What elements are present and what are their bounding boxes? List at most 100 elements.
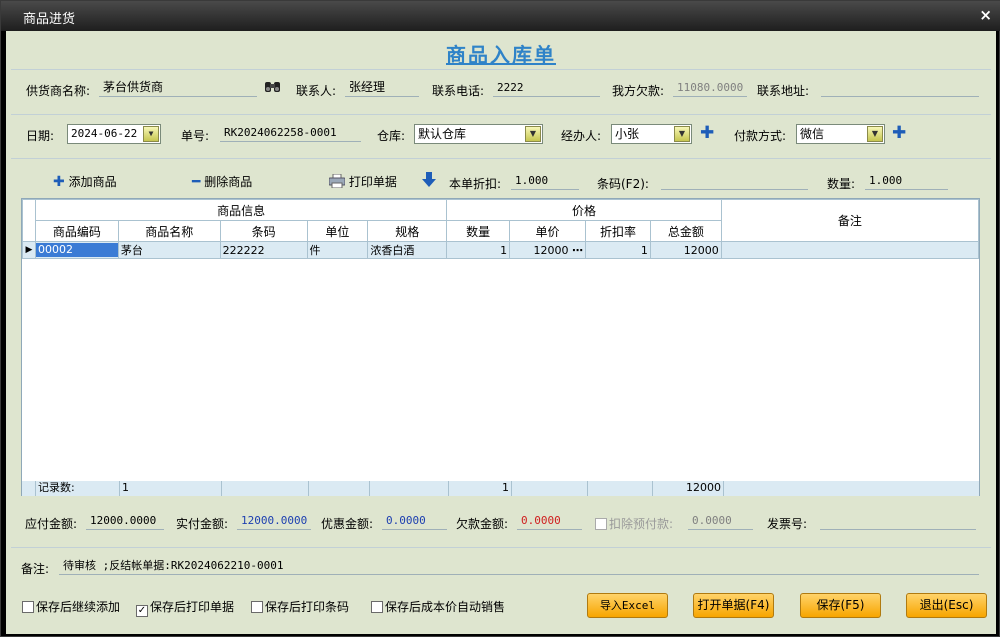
remark-header: 备注: [720, 199, 980, 242]
table-row[interactable]: ▶ 00002 茅台 222222 件 浓香白酒 1 12000 ⋯ 1 120…: [22, 241, 980, 259]
divider: [11, 114, 991, 115]
column-header[interactable]: 折扣率: [585, 220, 651, 242]
date-picker[interactable]: 2024-06-22 ▼: [67, 124, 161, 144]
checkbox-box: [371, 601, 383, 613]
import-excel-button[interactable]: 导入Excel: [587, 593, 668, 618]
cell-spec[interactable]: 浓香白酒: [367, 241, 448, 259]
footer-cell: [588, 481, 653, 496]
checkbox-box: [595, 518, 607, 530]
option-auto-sale[interactable]: 保存后成本价自动销售: [371, 598, 505, 615]
option-label: 保存后打印单据: [150, 600, 235, 614]
divider: [11, 547, 991, 548]
column-header[interactable]: 数量: [446, 220, 511, 242]
payable-field: 12000.0000: [86, 512, 164, 530]
option-print-after-save[interactable]: ✓ 保存后打印单据: [136, 598, 234, 617]
footer-cell: [512, 481, 588, 496]
column-header[interactable]: 条码: [219, 220, 308, 242]
close-icon[interactable]: ×: [979, 6, 992, 24]
phone-field[interactable]: 2222: [493, 79, 600, 97]
open-document-button[interactable]: 打开单据(F4): [693, 593, 774, 618]
cell-qty[interactable]: 1: [446, 241, 511, 259]
contact-field[interactable]: 张经理: [345, 79, 419, 97]
handler-label: 经办人:: [561, 129, 602, 143]
column-header[interactable]: 商品编码: [34, 220, 119, 242]
owe-field: 0.0000: [517, 512, 582, 530]
window-title: 商品进货: [23, 12, 76, 27]
checkbox-box: [251, 601, 263, 613]
cell-price-value: 12000: [533, 243, 569, 257]
option-print-barcode[interactable]: 保存后打印条码: [251, 598, 349, 615]
form-body: 商品入库单 供货商名称: 茅台供货商 联系人: 张经理 联系电话: 2222 我…: [6, 31, 996, 634]
delete-goods-button[interactable]: ━ 删除商品: [192, 173, 252, 190]
remark-field[interactable]: 待审核 ;反结帐单据:RK2024062210-0001: [59, 557, 979, 575]
paid-field[interactable]: 12000.0000: [237, 512, 311, 530]
option-label: 保存后继续添加: [36, 600, 121, 614]
option-label: 保存后成本价自动销售: [385, 600, 506, 614]
footer-indicator: [22, 481, 36, 496]
footer-cell: [222, 481, 309, 496]
add-handler-icon[interactable]: ✚: [700, 125, 714, 142]
cell-name[interactable]: 茅台: [117, 241, 221, 259]
payable-label: 应付金额:: [25, 517, 78, 531]
barcode-field[interactable]: [661, 172, 808, 190]
invoice-field[interactable]: [820, 512, 976, 530]
option-continue-add[interactable]: 保存后继续添加: [22, 598, 120, 615]
qty-field[interactable]: 1.000: [865, 172, 948, 190]
cell-unit[interactable]: 件: [306, 241, 369, 259]
plus-icon: ✚: [53, 174, 65, 190]
paid-label: 实付金额:: [176, 517, 229, 531]
cell-barcode[interactable]: 222222: [219, 241, 308, 259]
binoculars-icon[interactable]: [264, 79, 281, 97]
warehouse-value: 默认仓库: [418, 127, 467, 141]
discount-field[interactable]: 1.000: [511, 172, 579, 190]
checkbox-box: [22, 601, 34, 613]
address-field[interactable]: [821, 79, 979, 97]
column-header[interactable]: 单价: [509, 220, 587, 242]
title-bar: 商品进货 ×: [1, 1, 1000, 31]
payment-value: 微信: [800, 127, 825, 141]
printer-icon: [328, 173, 346, 189]
discount-amount-label: 优惠金额:: [321, 517, 374, 531]
minus-icon: ━: [192, 174, 201, 190]
footer-qty: 1: [449, 481, 512, 496]
chevron-down-icon[interactable]: ▼: [143, 126, 159, 142]
supplier-field[interactable]: 茅台供货商: [99, 79, 257, 97]
chevron-down-icon[interactable]: ▼: [674, 126, 690, 142]
group-goods-header: 商品信息: [34, 199, 448, 221]
chevron-down-icon[interactable]: ▼: [525, 126, 541, 142]
add-payment-icon[interactable]: ✚: [892, 125, 906, 142]
chevron-down-icon[interactable]: ▼: [867, 126, 883, 142]
cell-price[interactable]: 12000 ⋯: [509, 241, 587, 259]
column-header[interactable]: 商品名称: [117, 220, 221, 242]
form-title: 商品入库单: [446, 43, 556, 67]
phone-label: 联系电话:: [432, 84, 485, 98]
discount-label: 本单折扣:: [449, 177, 502, 191]
arrow-down-icon[interactable]: [422, 172, 436, 191]
address-label: 联系地址:: [757, 84, 810, 98]
option-label: 保存后打印条码: [265, 600, 350, 614]
print-button[interactable]: 打印单据: [328, 173, 397, 190]
warehouse-select[interactable]: 默认仓库 ▼: [414, 124, 543, 144]
prepay-checkbox[interactable]: 扣除预付款:: [595, 515, 673, 532]
add-goods-button[interactable]: ✚ 添加商品: [53, 173, 117, 190]
save-button[interactable]: 保存(F5): [800, 593, 881, 618]
cell-total[interactable]: 12000: [649, 241, 722, 259]
prepay-label: 扣除预付款:: [609, 517, 674, 531]
column-header[interactable]: 规格: [367, 220, 448, 242]
cell-code-value: 00002: [35, 243, 118, 257]
supplier-label: 供货商名称:: [26, 84, 91, 98]
payment-select[interactable]: 微信 ▼: [796, 124, 885, 144]
discount-amount-field[interactable]: 0.0000: [382, 512, 447, 530]
cell-remark[interactable]: [720, 241, 980, 259]
contact-label: 联系人:: [296, 84, 337, 98]
cell-code[interactable]: 00002: [34, 241, 119, 259]
column-header[interactable]: 单位: [306, 220, 369, 242]
date-value: 2024-06-22: [71, 127, 138, 140]
column-header[interactable]: 总金额: [649, 220, 722, 242]
print-label: 打印单据: [348, 175, 397, 189]
exit-button[interactable]: 退出(Esc): [906, 593, 987, 618]
cell-rate[interactable]: 1: [585, 241, 651, 259]
owe-label: 欠款金额:: [456, 517, 509, 531]
handler-select[interactable]: 小张 ▼: [611, 124, 692, 144]
ellipsis-icon[interactable]: ⋯: [572, 244, 583, 257]
